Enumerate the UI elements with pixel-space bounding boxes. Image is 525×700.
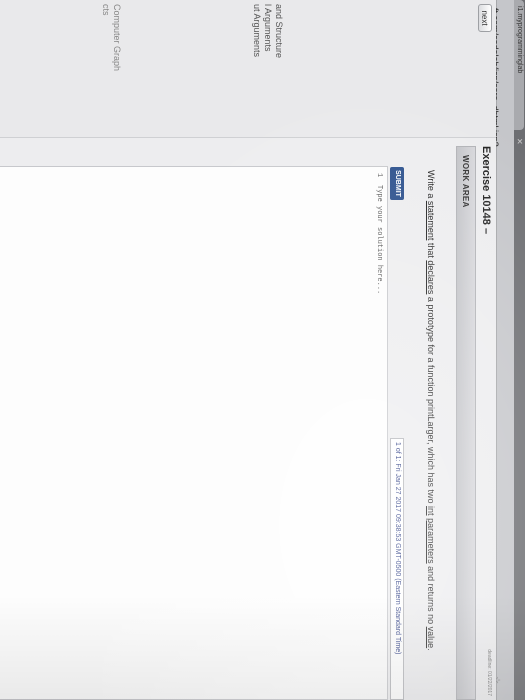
browser-tab[interactable]: i1.myprogramminglab — [514, 0, 524, 130]
next-button[interactable]: next — [478, 4, 492, 32]
deadline-text: deadline: 01/22/2017 — [486, 649, 492, 696]
browser-page: i1.myprogramminglab ✕ ft.com/codelab/jsp… — [0, 0, 525, 700]
tab-strip: i1.myprogramminglab ✕ — [514, 0, 525, 700]
browser-toolbar: ft.com/codelab/jsp/core_dhtml.jsp? ☆ — [490, 0, 514, 700]
sidebar-item[interactable]: l Arguments — [262, 4, 273, 52]
exercise-instructions: Write a statement that declares a protot… — [426, 170, 436, 651]
work-area-label: WORK AREA — [461, 155, 470, 208]
left-navigation: next and Structure l Arguments ut Argume… — [0, 0, 496, 138]
exercise-title: Exercise 10148 – — [480, 146, 492, 235]
sidebar-item[interactable]: ut Arguments — [251, 4, 262, 57]
line-number: 1 — [375, 173, 383, 178]
tab-title: i1.myprogramminglab — [516, 6, 523, 74]
glossary-link-statement[interactable]: statement — [426, 201, 436, 241]
submission-status[interactable]: 1 of 1: Fri Jan 27 2017 09:38:53 GMT-050… — [390, 438, 404, 700]
sidebar-item[interactable]: and Structure — [273, 4, 284, 58]
glossary-link-declares[interactable]: declares — [426, 260, 436, 294]
code-editor[interactable]: 1 Type your solution here... — [0, 166, 388, 700]
sidebar-item[interactable]: cts — [100, 4, 111, 16]
editor-placeholder: Type your solution here... — [375, 185, 383, 295]
tab-close-icon[interactable]: ✕ — [514, 138, 524, 145]
glossary-link-int[interactable]: int — [426, 506, 436, 516]
main-content: Exercise 10148 – deadline: 01/22/2017 WO… — [0, 138, 496, 700]
submit-button[interactable]: SUBMIT — [390, 167, 404, 200]
work-area-header: WORK AREA — [456, 146, 476, 700]
glossary-link-parameters[interactable]: parameters — [426, 518, 436, 564]
glossary-link-value[interactable]: value — [426, 627, 436, 649]
sidebar-item[interactable]: Computer Graph — [111, 4, 122, 71]
